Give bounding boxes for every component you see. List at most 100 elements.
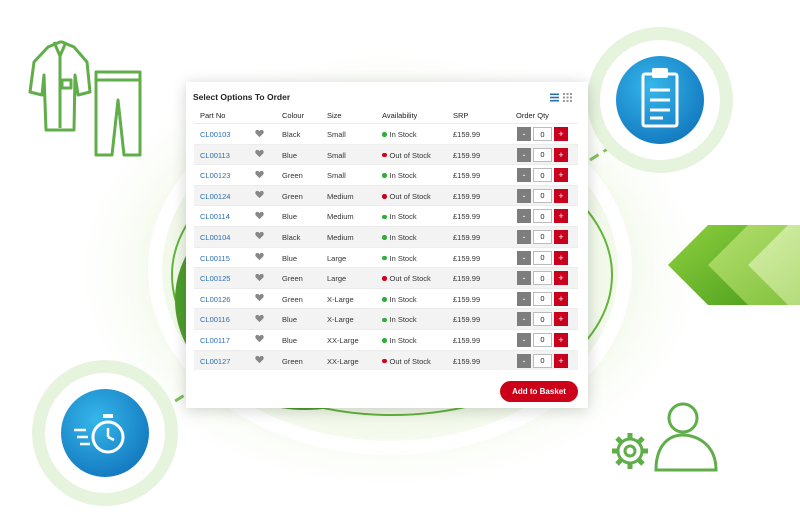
srp-value: £159.99	[453, 274, 481, 284]
quantity-stepper: - +	[517, 127, 568, 141]
decrease-qty-button[interactable]: -	[517, 209, 531, 224]
colour-value: Blue	[282, 150, 298, 160]
status-dot	[382, 317, 387, 323]
srp-value: £159.99	[453, 150, 481, 160]
increase-qty-button[interactable]: +	[554, 353, 568, 368]
table-row: CL00116 Blue X-Large In Stock £159.99 - …	[194, 308, 578, 329]
qty-input[interactable]	[533, 312, 552, 327]
part-number-link[interactable]: CL00115	[200, 254, 230, 263]
heart-icon[interactable]	[255, 149, 264, 158]
srp-value: £159.99	[453, 171, 481, 181]
srp-value: £159.99	[453, 294, 481, 304]
list-view-icon[interactable]	[550, 93, 559, 102]
colour-value: Blue	[282, 315, 298, 325]
increase-qty-button[interactable]: +	[554, 250, 568, 265]
qty-input[interactable]	[533, 332, 552, 347]
decrease-qty-button[interactable]: -	[517, 127, 531, 141]
increase-qty-button[interactable]: +	[554, 147, 568, 162]
heart-icon[interactable]	[255, 314, 264, 323]
heart-icon[interactable]	[255, 334, 264, 343]
heart-icon[interactable]	[255, 293, 264, 302]
colour-value: Green	[282, 191, 303, 201]
srp-value: £159.99	[453, 253, 481, 263]
qty-input[interactable]	[533, 353, 552, 368]
qty-input[interactable]	[533, 271, 552, 286]
decrease-qty-button[interactable]: -	[517, 271, 531, 286]
decrease-qty-button[interactable]: -	[517, 353, 531, 368]
header-size: Size	[327, 111, 342, 120]
qty-input[interactable]	[533, 229, 552, 244]
add-to-basket-button[interactable]: Add to Basket	[500, 381, 578, 402]
availability-text: In Stock	[389, 130, 417, 139]
heart-icon[interactable]	[255, 129, 264, 138]
increase-qty-button[interactable]: +	[554, 188, 568, 203]
grid-view-icon[interactable]	[563, 93, 572, 102]
decrease-qty-button[interactable]: -	[517, 250, 531, 265]
part-number-link[interactable]: CL00116	[200, 315, 230, 324]
decrease-qty-button[interactable]: -	[517, 147, 531, 162]
heart-icon[interactable]	[255, 170, 264, 179]
increase-qty-button[interactable]: +	[554, 209, 568, 224]
increase-qty-button[interactable]: +	[554, 312, 568, 327]
part-number-link[interactable]: CL00127	[200, 357, 230, 366]
part-number-link[interactable]: CL00123	[200, 171, 230, 180]
availability-text: Out of Stock	[389, 191, 431, 201]
heart-icon[interactable]	[255, 231, 264, 240]
qty-input[interactable]	[533, 127, 552, 141]
increase-qty-button[interactable]: +	[554, 127, 568, 141]
increase-qty-button[interactable]: +	[554, 291, 568, 306]
decrease-qty-button[interactable]: -	[517, 291, 531, 306]
heart-icon[interactable]	[255, 355, 264, 364]
availability-status: In Stock	[382, 130, 417, 139]
part-number-link[interactable]: CL00117	[200, 336, 230, 345]
increase-qty-button[interactable]: +	[554, 271, 568, 286]
qty-input[interactable]	[533, 250, 552, 265]
srp-value: £159.99	[453, 212, 481, 222]
quantity-stepper: - +	[517, 250, 568, 265]
status-dot	[382, 297, 387, 302]
increase-qty-button[interactable]: +	[554, 168, 568, 183]
decrease-qty-button[interactable]: -	[517, 188, 531, 203]
status-dot	[382, 235, 387, 240]
decrease-qty-button[interactable]: -	[517, 312, 531, 327]
part-number-link[interactable]: CL00125	[200, 274, 230, 283]
quantity-stepper: - +	[517, 209, 568, 224]
qty-input[interactable]	[533, 209, 552, 224]
table-row: CL00104 Black Medium In Stock £159.99 - …	[194, 225, 578, 247]
qty-input[interactable]	[533, 147, 552, 162]
heart-icon[interactable]	[255, 211, 264, 220]
availability-status: In Stock	[382, 171, 417, 180]
status-dot	[382, 276, 387, 281]
quantity-stepper: - +	[517, 291, 568, 306]
colour-value: Black	[282, 232, 301, 242]
increase-qty-button[interactable]: +	[554, 332, 568, 347]
heart-icon[interactable]	[255, 273, 264, 282]
heart-icon[interactable]	[255, 190, 264, 199]
status-dot	[382, 132, 387, 137]
part-number-link[interactable]: CL00103	[200, 130, 230, 139]
status-dot	[382, 194, 387, 199]
part-number-link[interactable]: CL00126	[200, 295, 230, 304]
qty-input[interactable]	[533, 168, 552, 183]
part-number-link[interactable]: CL00124	[200, 192, 230, 201]
status-dot	[382, 214, 387, 220]
part-number-link[interactable]: CL00113	[200, 151, 230, 160]
decrease-qty-button[interactable]: -	[517, 332, 531, 347]
part-number-link[interactable]: CL00104	[200, 233, 230, 242]
heart-icon[interactable]	[255, 252, 264, 261]
qty-input[interactable]	[533, 291, 552, 306]
qty-input[interactable]	[533, 188, 552, 203]
size-value: XX-Large	[327, 356, 359, 366]
quantity-stepper: - +	[517, 312, 568, 327]
table-row: CL00113 Blue Small Out of Stock £159.99 …	[194, 143, 578, 165]
colour-value: Green	[282, 274, 303, 284]
availability-text: In Stock	[389, 294, 417, 304]
decrease-qty-button[interactable]: -	[517, 229, 531, 244]
increase-qty-button[interactable]: +	[554, 229, 568, 244]
availability-status: In Stock	[382, 336, 417, 345]
colour-value: Green	[282, 294, 303, 304]
table-row: CL00114 Blue Medium In Stock £159.99 - +	[194, 205, 578, 226]
stopwatch-icon	[32, 360, 178, 506]
decrease-qty-button[interactable]: -	[517, 168, 531, 183]
part-number-link[interactable]: CL00114	[200, 212, 230, 221]
